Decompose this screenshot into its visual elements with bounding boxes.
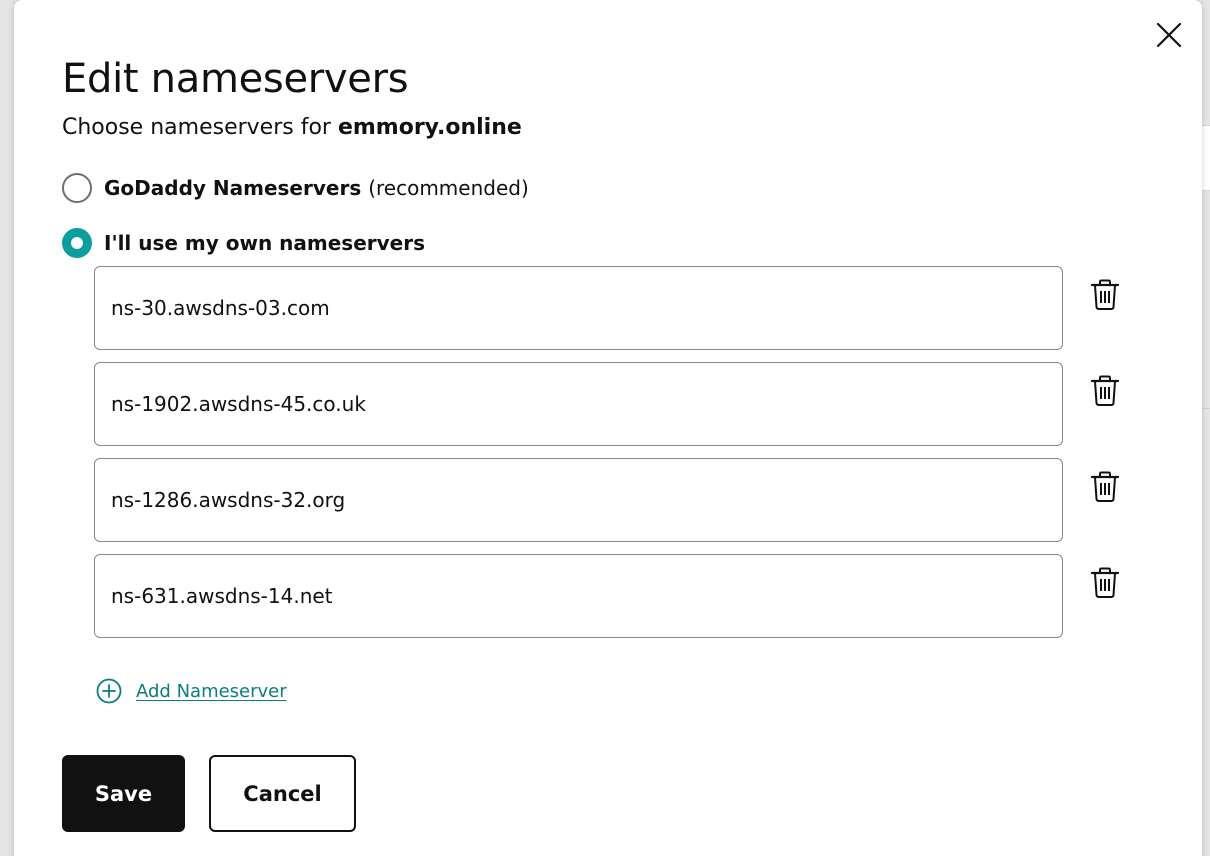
nameserver-input-3[interactable] <box>94 458 1063 542</box>
option-godaddy-text: GoDaddy Nameservers <box>104 176 362 200</box>
nameserver-row-1 <box>94 266 1134 350</box>
subtitle-text: Choose nameservers for <box>62 115 331 140</box>
trash-icon <box>1090 375 1120 406</box>
dialog-subtitle: Choose nameservers for emmory.online <box>62 115 522 140</box>
nameserver-input-1[interactable] <box>94 266 1063 350</box>
nameserver-row-3 <box>94 458 1134 542</box>
add-nameserver-label[interactable]: Add Nameserver <box>136 681 287 702</box>
nameserver-row-4 <box>94 554 1134 638</box>
close-button[interactable] <box>1154 20 1184 50</box>
option-godaddy-suffix: (recommended) <box>368 176 529 200</box>
delete-nameserver-button-3[interactable] <box>1086 468 1124 506</box>
cancel-button[interactable]: Cancel <box>209 755 356 832</box>
option-godaddy-label: GoDaddy Nameservers (recommended) <box>104 176 529 200</box>
dialog-title: Edit nameservers <box>62 56 409 102</box>
delete-nameserver-button-2[interactable] <box>1086 372 1124 410</box>
nameserver-input-4[interactable] <box>94 554 1063 638</box>
nameserver-input-2[interactable] <box>94 362 1063 446</box>
plus-circle-icon <box>96 678 122 704</box>
add-nameserver-link[interactable]: Add Nameserver <box>96 678 287 704</box>
domain-name: emmory.online <box>337 115 522 140</box>
edit-nameservers-dialog: Edit nameservers Choose nameservers for … <box>14 0 1202 856</box>
trash-icon <box>1090 567 1120 598</box>
delete-nameserver-button-1[interactable] <box>1086 276 1124 314</box>
nameserver-row-2 <box>94 362 1134 446</box>
trash-icon <box>1090 279 1120 310</box>
option-godaddy-nameservers[interactable]: GoDaddy Nameservers (recommended) <box>62 173 529 203</box>
option-custom-label: I'll use my own nameservers <box>104 231 426 255</box>
option-custom-nameservers[interactable]: I'll use my own nameservers <box>62 228 425 258</box>
delete-nameserver-button-4[interactable] <box>1086 564 1124 602</box>
radio-selected-dot <box>71 237 83 249</box>
trash-icon <box>1090 471 1120 502</box>
radio-custom[interactable] <box>62 228 92 258</box>
close-icon <box>1156 22 1182 48</box>
radio-godaddy[interactable] <box>62 173 92 203</box>
save-button[interactable]: Save <box>62 755 185 832</box>
